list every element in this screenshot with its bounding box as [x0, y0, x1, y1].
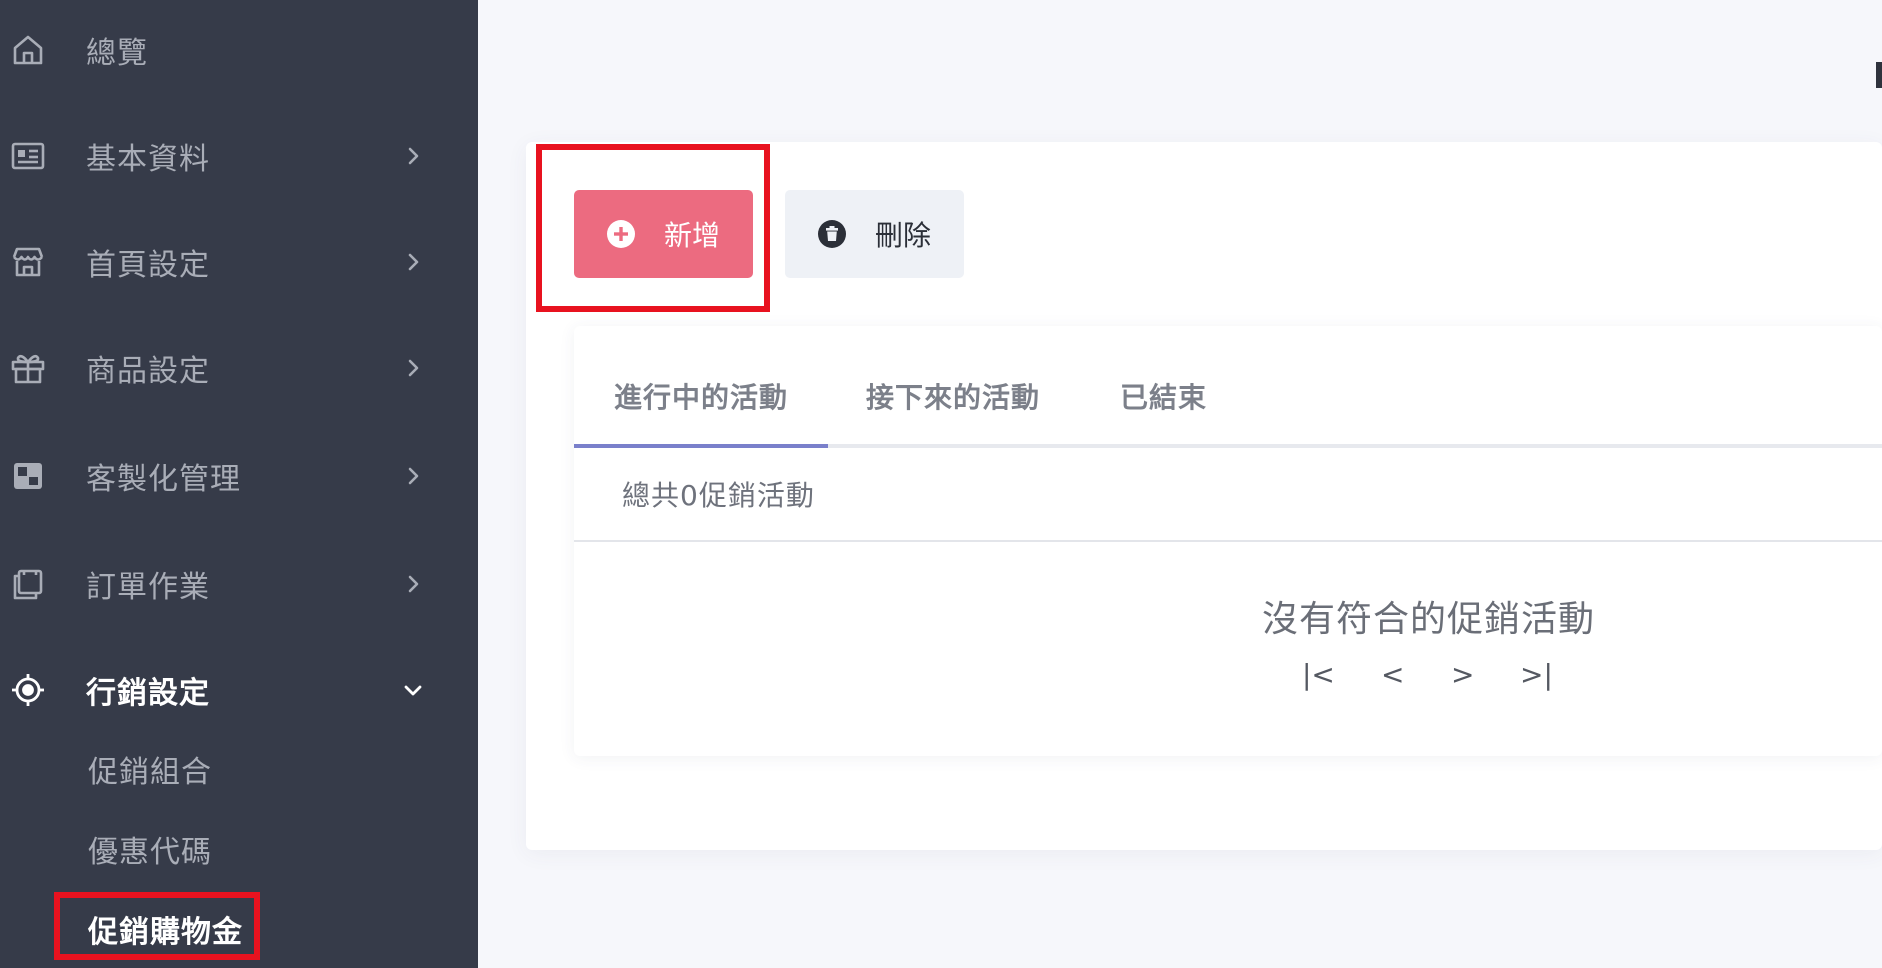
sidebar-item-label: 行銷設定 — [86, 676, 210, 711]
pagination-first[interactable]: |< — [1302, 658, 1335, 691]
chevron-right-icon — [402, 357, 424, 379]
chevron-right-icon — [402, 251, 424, 273]
delete-button[interactable]: 刪除 — [785, 190, 964, 278]
trash-icon — [817, 219, 847, 249]
tab-ongoing[interactable]: 進行中的活動 — [614, 376, 788, 440]
sidebar-item-orders[interactable]: 訂單作業 — [0, 546, 478, 622]
pagination-prev[interactable]: < — [1381, 658, 1404, 691]
pagination-last[interactable]: >| — [1520, 658, 1553, 691]
sidebar-item-basic-info[interactable]: 基本資料 — [0, 118, 478, 194]
sidebar-item-label: 首頁設定 — [86, 248, 210, 283]
sidebar-item-overview[interactable]: 總覽 — [0, 12, 478, 88]
tab-ended[interactable]: 已結束 — [1120, 376, 1207, 440]
sidebar-item-label: 商品設定 — [86, 354, 210, 389]
id-card-icon — [10, 138, 46, 174]
chevron-right-icon — [402, 465, 424, 487]
delete-button-label: 刪除 — [875, 220, 932, 251]
edge-indicator — [1876, 62, 1882, 88]
total-count-text: 總共0促銷活動 — [622, 479, 815, 512]
tab-active-indicator — [574, 444, 828, 448]
divider — [574, 540, 1882, 542]
pagination-next[interactable]: > — [1451, 658, 1474, 691]
custom-icon — [10, 458, 46, 494]
sidebar-item-marketing-settings[interactable]: 行銷設定 — [0, 652, 478, 728]
chevron-down-icon — [402, 679, 424, 701]
sidebar-item-homepage-settings[interactable]: 首頁設定 — [0, 224, 478, 300]
gift-icon — [10, 350, 46, 386]
sidebar-item-label: 客製化管理 — [86, 462, 241, 497]
home-icon — [10, 32, 46, 68]
tab-upcoming[interactable]: 接下來的活動 — [866, 376, 1040, 440]
sidebar-item-label: 訂單作業 — [86, 570, 210, 605]
empty-state-message: 沒有符合的促銷活動 — [1262, 599, 1596, 640]
sidebar-item-product-settings[interactable]: 商品設定 — [0, 330, 478, 406]
submenu-item-coupon-code[interactable]: 優惠代碼 — [88, 824, 212, 874]
sidebar-item-label: 總覽 — [86, 36, 148, 71]
sidebar: 總覽 基本資料 首頁設定 商品設定 客製化管理 訂單作業 行銷設定 促銷組合 優… — [0, 0, 478, 968]
target-icon — [10, 672, 46, 708]
sidebar-item-label: 基本資料 — [86, 142, 210, 177]
sidebar-item-customization[interactable]: 客製化管理 — [0, 438, 478, 514]
store-icon — [10, 244, 46, 280]
clipboard-icon — [10, 566, 46, 602]
chevron-right-icon — [402, 145, 424, 167]
chevron-right-icon — [402, 573, 424, 595]
submenu-item-promo-bundle[interactable]: 促銷組合 — [88, 744, 212, 794]
highlight-box — [54, 892, 260, 960]
highlight-box — [536, 144, 770, 312]
